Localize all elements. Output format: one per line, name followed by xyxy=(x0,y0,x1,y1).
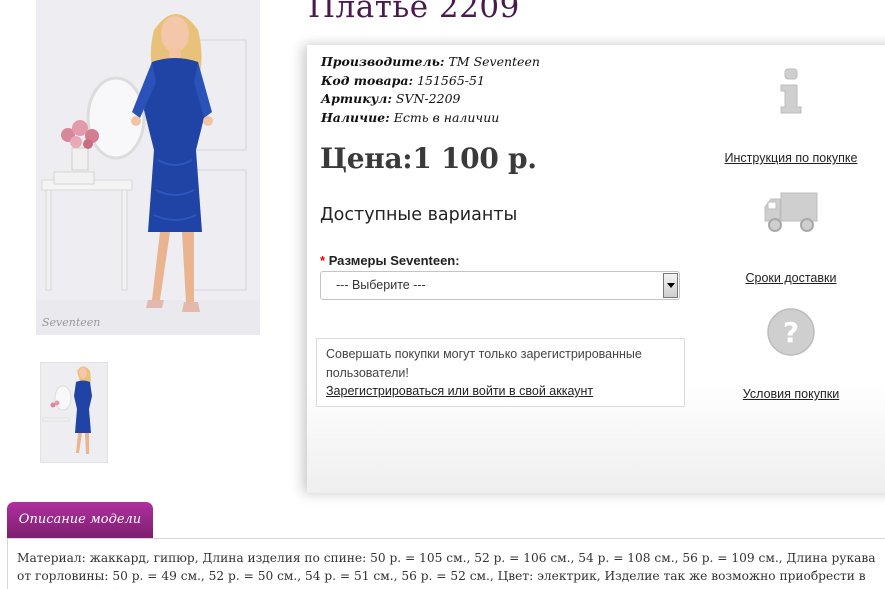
meta-availability-key: Наличие: xyxy=(321,109,390,125)
product-main-photo[interactable]: Seventeen xyxy=(36,0,260,335)
photo-watermark: Seventeen xyxy=(42,316,100,329)
register-login-link[interactable]: Зарегистрироваться или войти в свой акка… xyxy=(326,384,593,398)
product-thumbnail[interactable] xyxy=(40,362,108,463)
delivery-block: Сроки доставки xyxy=(716,191,866,286)
product-title: Платье 2209 xyxy=(308,0,520,25)
login-notice-text: Совершать покупки могут только зарегистр… xyxy=(326,347,642,380)
variants-heading: Доступные варианты xyxy=(320,205,518,225)
size-select[interactable]: --- Выберите --- xyxy=(320,271,680,300)
size-option-label-text: Размеры Seventeen: xyxy=(328,253,460,268)
size-option-label: * Размеры Seventeen: xyxy=(320,253,460,268)
product-info-panel: Производитель: TM Seventeen Код товара: … xyxy=(307,45,885,493)
info-icon xyxy=(780,68,802,114)
tab-description[interactable]: Описание модели xyxy=(7,502,153,538)
required-mark: * xyxy=(320,253,326,268)
svg-text:?: ? xyxy=(783,316,799,349)
meta-manufacturer: Производитель: TM Seventeen xyxy=(321,53,540,72)
product-meta: Производитель: TM Seventeen Код товара: … xyxy=(321,53,540,127)
question-icon: ? xyxy=(767,308,815,356)
product-price: Цена:1 100 р. xyxy=(320,142,537,175)
meta-sku: Артикул: SVN-2209 xyxy=(321,90,540,109)
meta-availability: Наличие: Есть в наличии xyxy=(321,109,540,128)
meta-product-code: Код товара: 151565-51 xyxy=(321,72,540,91)
dropdown-arrow-icon[interactable] xyxy=(663,273,678,298)
thumbnail-illustration xyxy=(41,363,107,462)
conditions-block: ? Условия покупки xyxy=(716,307,866,402)
conditions-link[interactable]: Условия покупки xyxy=(743,387,839,401)
delivery-link[interactable]: Сроки доставки xyxy=(746,271,837,285)
login-notice: Совершать покупки могут только зарегистр… xyxy=(316,338,685,407)
size-select-value: --- Выберите --- xyxy=(336,278,426,292)
meta-availability-value: Есть в наличии xyxy=(393,109,500,125)
instructions-block: Инструкция по покупке xyxy=(716,67,866,166)
instructions-link[interactable]: Инструкция по покупке xyxy=(725,151,858,165)
meta-manufacturer-value: TM Seventeen xyxy=(448,54,540,69)
meta-product-code-value: 151565-51 xyxy=(417,72,485,88)
truck-icon xyxy=(764,192,818,232)
description-text: Материал: жаккард, гипюр, Длина изделия … xyxy=(17,551,876,589)
dress-photo-illustration: Seventeen xyxy=(36,0,260,335)
meta-sku-key: Артикул: xyxy=(321,91,392,106)
description-box: Материал: жаккард, гипюр, Длина изделия … xyxy=(7,538,885,589)
meta-product-code-key: Код товара: xyxy=(321,72,414,88)
meta-sku-value: SVN-2209 xyxy=(395,91,461,106)
meta-manufacturer-key: Производитель: xyxy=(321,54,445,69)
